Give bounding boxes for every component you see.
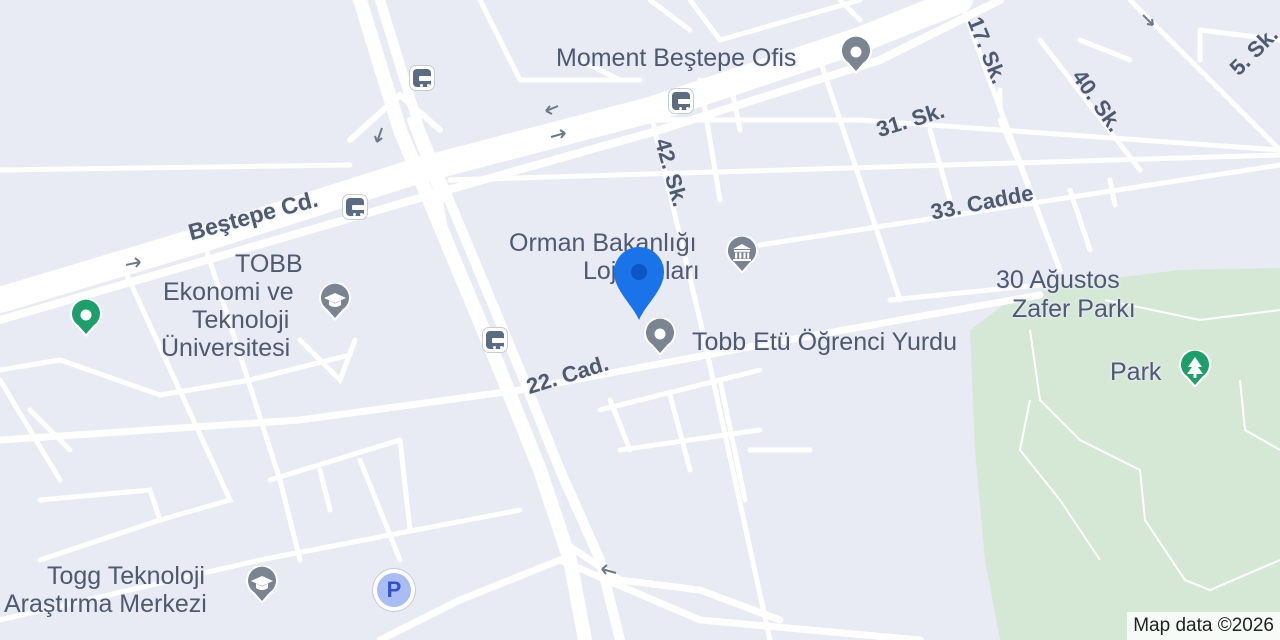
direction-arrow-icon <box>125 257 141 268</box>
park-area <box>970 268 1280 640</box>
green-poi-pin-icon[interactable] <box>69 299 103 339</box>
place-label-tobb-2[interactable]: Ekonomi ve <box>163 280 294 305</box>
map-view[interactable]: Beştepe Cd. 42. Sk. 31. Sk. 17. Sk. 40. … <box>0 0 1280 640</box>
government-building-pin-icon[interactable] <box>725 236 759 276</box>
place-label-togg-1[interactable]: Togg Teknoloji <box>47 564 205 589</box>
place-label-tobb-1[interactable]: TOBB <box>235 252 303 277</box>
place-label-park[interactable]: Park <box>1110 360 1161 385</box>
place-label-moment[interactable]: Moment Beştepe Ofis <box>556 46 796 71</box>
place-label-zafer-2[interactable]: Zafer Parkı <box>1012 297 1136 322</box>
place-label-tobb-3[interactable]: Teknoloji <box>192 308 289 333</box>
poi-pin-icon-yurdu[interactable] <box>643 318 677 358</box>
direction-arrow-icon <box>550 129 566 139</box>
bus-stop-icon[interactable] <box>409 65 435 91</box>
parking-letter: P <box>377 573 411 607</box>
place-label-zafer-1[interactable]: 30 Ağustos <box>996 268 1120 293</box>
parking-icon[interactable]: P <box>372 568 416 612</box>
place-label-orman-1[interactable]: Orman Bakanlığı <box>509 231 697 256</box>
direction-arrow-icon <box>374 127 383 143</box>
university-pin-icon-togg[interactable] <box>245 566 279 606</box>
university-pin-icon-tobb[interactable] <box>318 283 352 323</box>
bus-stop-icon[interactable] <box>342 194 368 220</box>
place-label-togg-2[interactable]: Araştırma Merkezi <box>4 592 207 617</box>
direction-arrow-icon <box>1142 14 1154 26</box>
direction-arrow-icon <box>545 105 559 115</box>
direction-arrow-icon <box>601 564 617 575</box>
map-attribution[interactable]: Map data ©2026 <box>1127 612 1280 640</box>
poi-pin-icon-moment[interactable] <box>839 36 873 76</box>
bus-stop-icon[interactable] <box>668 88 694 114</box>
park-tree-pin-icon[interactable] <box>1178 350 1212 390</box>
place-label-tobb-4[interactable]: Üniversitesi <box>161 336 290 361</box>
place-label-yurdu[interactable]: Tobb Etü Öğrenci Yurdu <box>692 330 957 355</box>
bus-stop-icon[interactable] <box>482 327 508 353</box>
selected-location-pin-icon[interactable] <box>612 246 666 322</box>
